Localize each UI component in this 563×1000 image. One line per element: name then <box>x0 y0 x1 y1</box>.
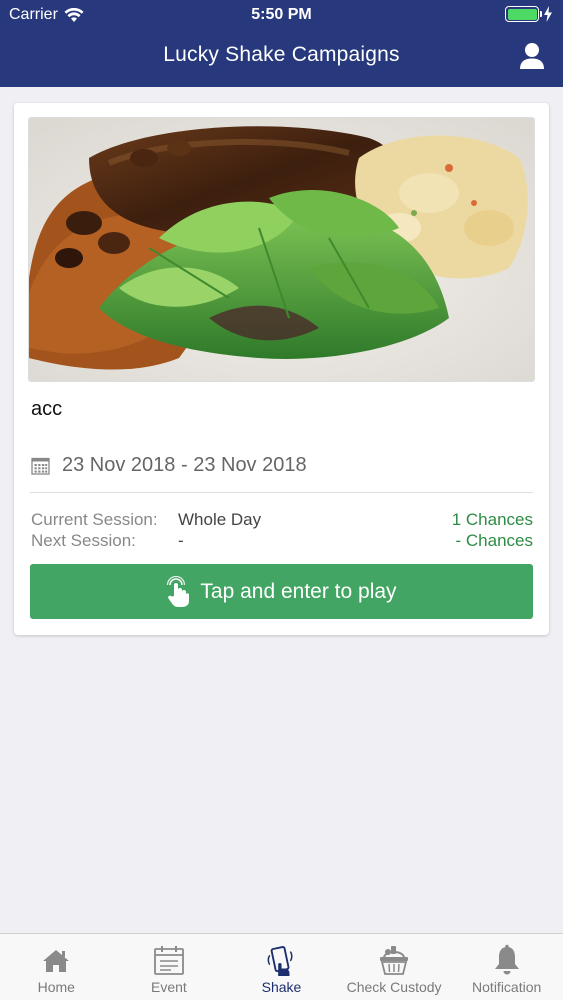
battery-icon <box>505 6 542 22</box>
tab-notification-label: Notification <box>472 979 542 995</box>
play-button-label: Tap and enter to play <box>200 579 397 603</box>
status-bar: Carrier 5:50 PM <box>0 0 563 30</box>
current-session-label: Current Session: <box>31 510 158 529</box>
date-range: 23 Nov 2018 - 23 Nov 2018 <box>62 454 307 476</box>
tab-shake[interactable]: Shake <box>225 934 338 1000</box>
charging-icon <box>544 6 552 22</box>
campaign-card[interactable]: acc 23 Nov 2018 - 23 Nov 2018 Current Se… <box>14 103 549 635</box>
tab-shake-label: Shake <box>261 979 302 995</box>
home-icon <box>43 950 70 972</box>
divider <box>30 492 533 493</box>
tab-home-label: Home <box>37 979 75 995</box>
tab-check-custody-label: Check Custody <box>346 979 442 995</box>
current-chances: 1 Chances <box>451 510 533 529</box>
tap-hand-icon <box>167 575 190 607</box>
date-range-row: 23 Nov 2018 - 23 Nov 2018 <box>31 454 307 477</box>
battery <box>505 6 553 22</box>
shake-phone-icon <box>268 946 294 976</box>
play-button[interactable]: Tap and enter to play <box>30 564 533 619</box>
tab-bar: Home Event Shake Check Custody Notificat… <box>0 933 563 1000</box>
campaign-image <box>28 117 535 382</box>
page-title: Lucky Shake Campaigns <box>163 43 400 66</box>
tab-notification[interactable]: Notification <box>450 934 563 1000</box>
next-session-row: Next Session: - - Chances <box>31 531 533 551</box>
clock: 5:50 PM <box>251 6 312 23</box>
tab-check-custody[interactable]: Check Custody <box>338 934 451 1000</box>
basket-icon <box>380 946 409 975</box>
tab-event[interactable]: Event <box>113 934 226 1000</box>
header: Carrier 5:50 PM Lucky Shake Campaigns <box>0 0 563 87</box>
calendar-icon <box>153 946 184 975</box>
current-session-value: Whole Day <box>178 510 262 529</box>
bell-icon <box>494 944 519 975</box>
campaign-title: acc <box>31 398 63 420</box>
profile-icon[interactable] <box>519 42 545 70</box>
tab-event-label: Event <box>150 979 187 995</box>
next-chances: - Chances <box>455 531 533 550</box>
next-session-label: Next Session: <box>31 531 136 550</box>
next-session-value: - <box>178 531 184 550</box>
calendar-icon <box>31 457 50 475</box>
tab-home[interactable]: Home <box>0 934 113 1000</box>
current-session-row: Current Session: Whole Day 1 Chances <box>31 510 533 530</box>
